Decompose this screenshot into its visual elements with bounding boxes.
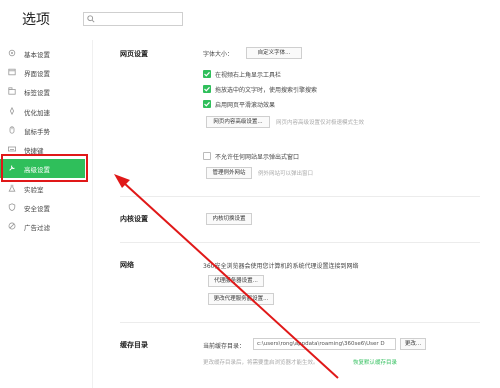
block-popups-label: 不允许任何网站显示弹出式窗口 — [215, 154, 300, 161]
section-title-network: 网络 — [120, 261, 134, 269]
drag-search-label: 拖放选中的文字时，使用搜索引擎搜索 — [215, 87, 318, 94]
checkmark-icon — [204, 101, 210, 107]
section-title-cache: 缓存目录 — [120, 341, 148, 349]
sidebar-item-lab[interactable]: 实验室 — [0, 179, 85, 198]
sidebar-item-security[interactable]: 安全设置 — [0, 198, 85, 217]
sidebar-item-label: 标签设置 — [24, 89, 50, 97]
cache-hint: 更改缓存目录后，将需要重启浏览器才能生效。 — [203, 360, 319, 366]
exceptions-hint: 例外网站可以弹出窗口 — [258, 171, 314, 177]
sidebar-item-optimize[interactable]: 优化加速 — [0, 102, 85, 121]
sidebar-item-label: 高级设置 — [24, 166, 50, 174]
smooth-scroll-checkbox[interactable] — [203, 100, 211, 108]
checkmark-icon — [204, 86, 210, 92]
mouse-icon — [9, 126, 15, 134]
section-divider — [120, 196, 480, 197]
restore-default-cache-link[interactable]: 恢复默认缓存目录 — [353, 358, 397, 366]
section-divider — [120, 242, 480, 243]
content-advanced-hint: 网页内容高级设置仅对极速模式生效 — [276, 120, 365, 126]
sidebar-item-label: 基本设置 — [24, 51, 50, 59]
tools-icon — [9, 165, 15, 171]
sidebar-item-adblock[interactable]: 广告过滤 — [0, 217, 85, 236]
tab-icon — [8, 87, 16, 95]
sidebar-item-label: 广告过滤 — [24, 224, 50, 232]
kernel-switch-button[interactable]: 内核切换设置 — [206, 213, 252, 225]
shield-icon — [8, 203, 16, 211]
checkmark-icon — [204, 71, 210, 77]
sidebar-item-label: 优化加速 — [24, 109, 50, 117]
sidebar-divider — [92, 40, 93, 388]
window-icon — [8, 68, 16, 76]
sidebar-item-label: 鼠标手势 — [24, 128, 50, 136]
network-description: 360安全浏览器会使用您计算机的系统代理设置连接到网络 — [203, 263, 359, 270]
flask-icon — [8, 184, 16, 192]
video-toolbar-label: 在视频右上角显示工具栏 — [215, 72, 282, 79]
sidebar-item-basic[interactable]: 基本设置 — [0, 44, 85, 63]
search-input[interactable] — [83, 12, 183, 26]
rocket-icon — [9, 107, 15, 115]
manage-exceptions-button[interactable]: 管理例外网站 — [206, 167, 252, 179]
font-size-label: 字体大小： — [203, 51, 234, 58]
proxy-settings-button[interactable]: 代理服务器设置... — [208, 275, 264, 287]
section-title-kernel: 内核设置 — [120, 215, 148, 223]
section-title-webpage: 网页设置 — [120, 50, 148, 58]
block-icon — [8, 222, 16, 230]
sidebar-item-label: 快捷键 — [24, 147, 44, 155]
sidebar-item-label: 界面设置 — [24, 70, 50, 78]
cache-path-field[interactable]: c:\users\rong\appdata\roaming\360se6\Use… — [253, 338, 396, 350]
sidebar-item-mouse-gesture[interactable]: 鼠标手势 — [0, 121, 85, 140]
content-advanced-button[interactable]: 网页内容高级设置... — [206, 116, 270, 128]
block-popups-checkbox[interactable] — [203, 152, 211, 160]
video-toolbar-checkbox[interactable] — [203, 70, 211, 78]
smooth-scroll-label: 启用网页平滑滚动效果 — [215, 102, 276, 109]
search-icon — [87, 15, 95, 23]
sidebar-item-shortcuts[interactable]: 快捷键 — [0, 140, 85, 159]
page-title: 选项 — [22, 12, 50, 28]
sidebar-item-interface[interactable]: 界面设置 — [0, 63, 85, 82]
custom-font-button[interactable]: 自定义字体... — [246, 47, 302, 59]
drag-search-checkbox[interactable] — [203, 85, 211, 93]
gear-icon — [8, 49, 16, 57]
sidebar-item-tabs[interactable]: 标签设置 — [0, 82, 85, 101]
sidebar-item-label: 安全设置 — [24, 205, 50, 213]
current-cache-label: 当前缓存目录： — [203, 343, 246, 350]
sidebar-item-label: 实验室 — [24, 186, 44, 194]
sidebar-item-advanced[interactable]: 高级设置 — [0, 159, 85, 178]
section-divider — [120, 322, 480, 323]
change-cache-button[interactable]: 更改... — [400, 338, 426, 350]
sidebar: 基本设置 界面设置 标签设置 优化加速 鼠标手势 快捷键 高级设置 实验室 安全… — [0, 40, 85, 388]
change-proxy-button[interactable]: 更改代理服务器设置... — [208, 293, 274, 305]
keyboard-icon — [8, 146, 16, 152]
